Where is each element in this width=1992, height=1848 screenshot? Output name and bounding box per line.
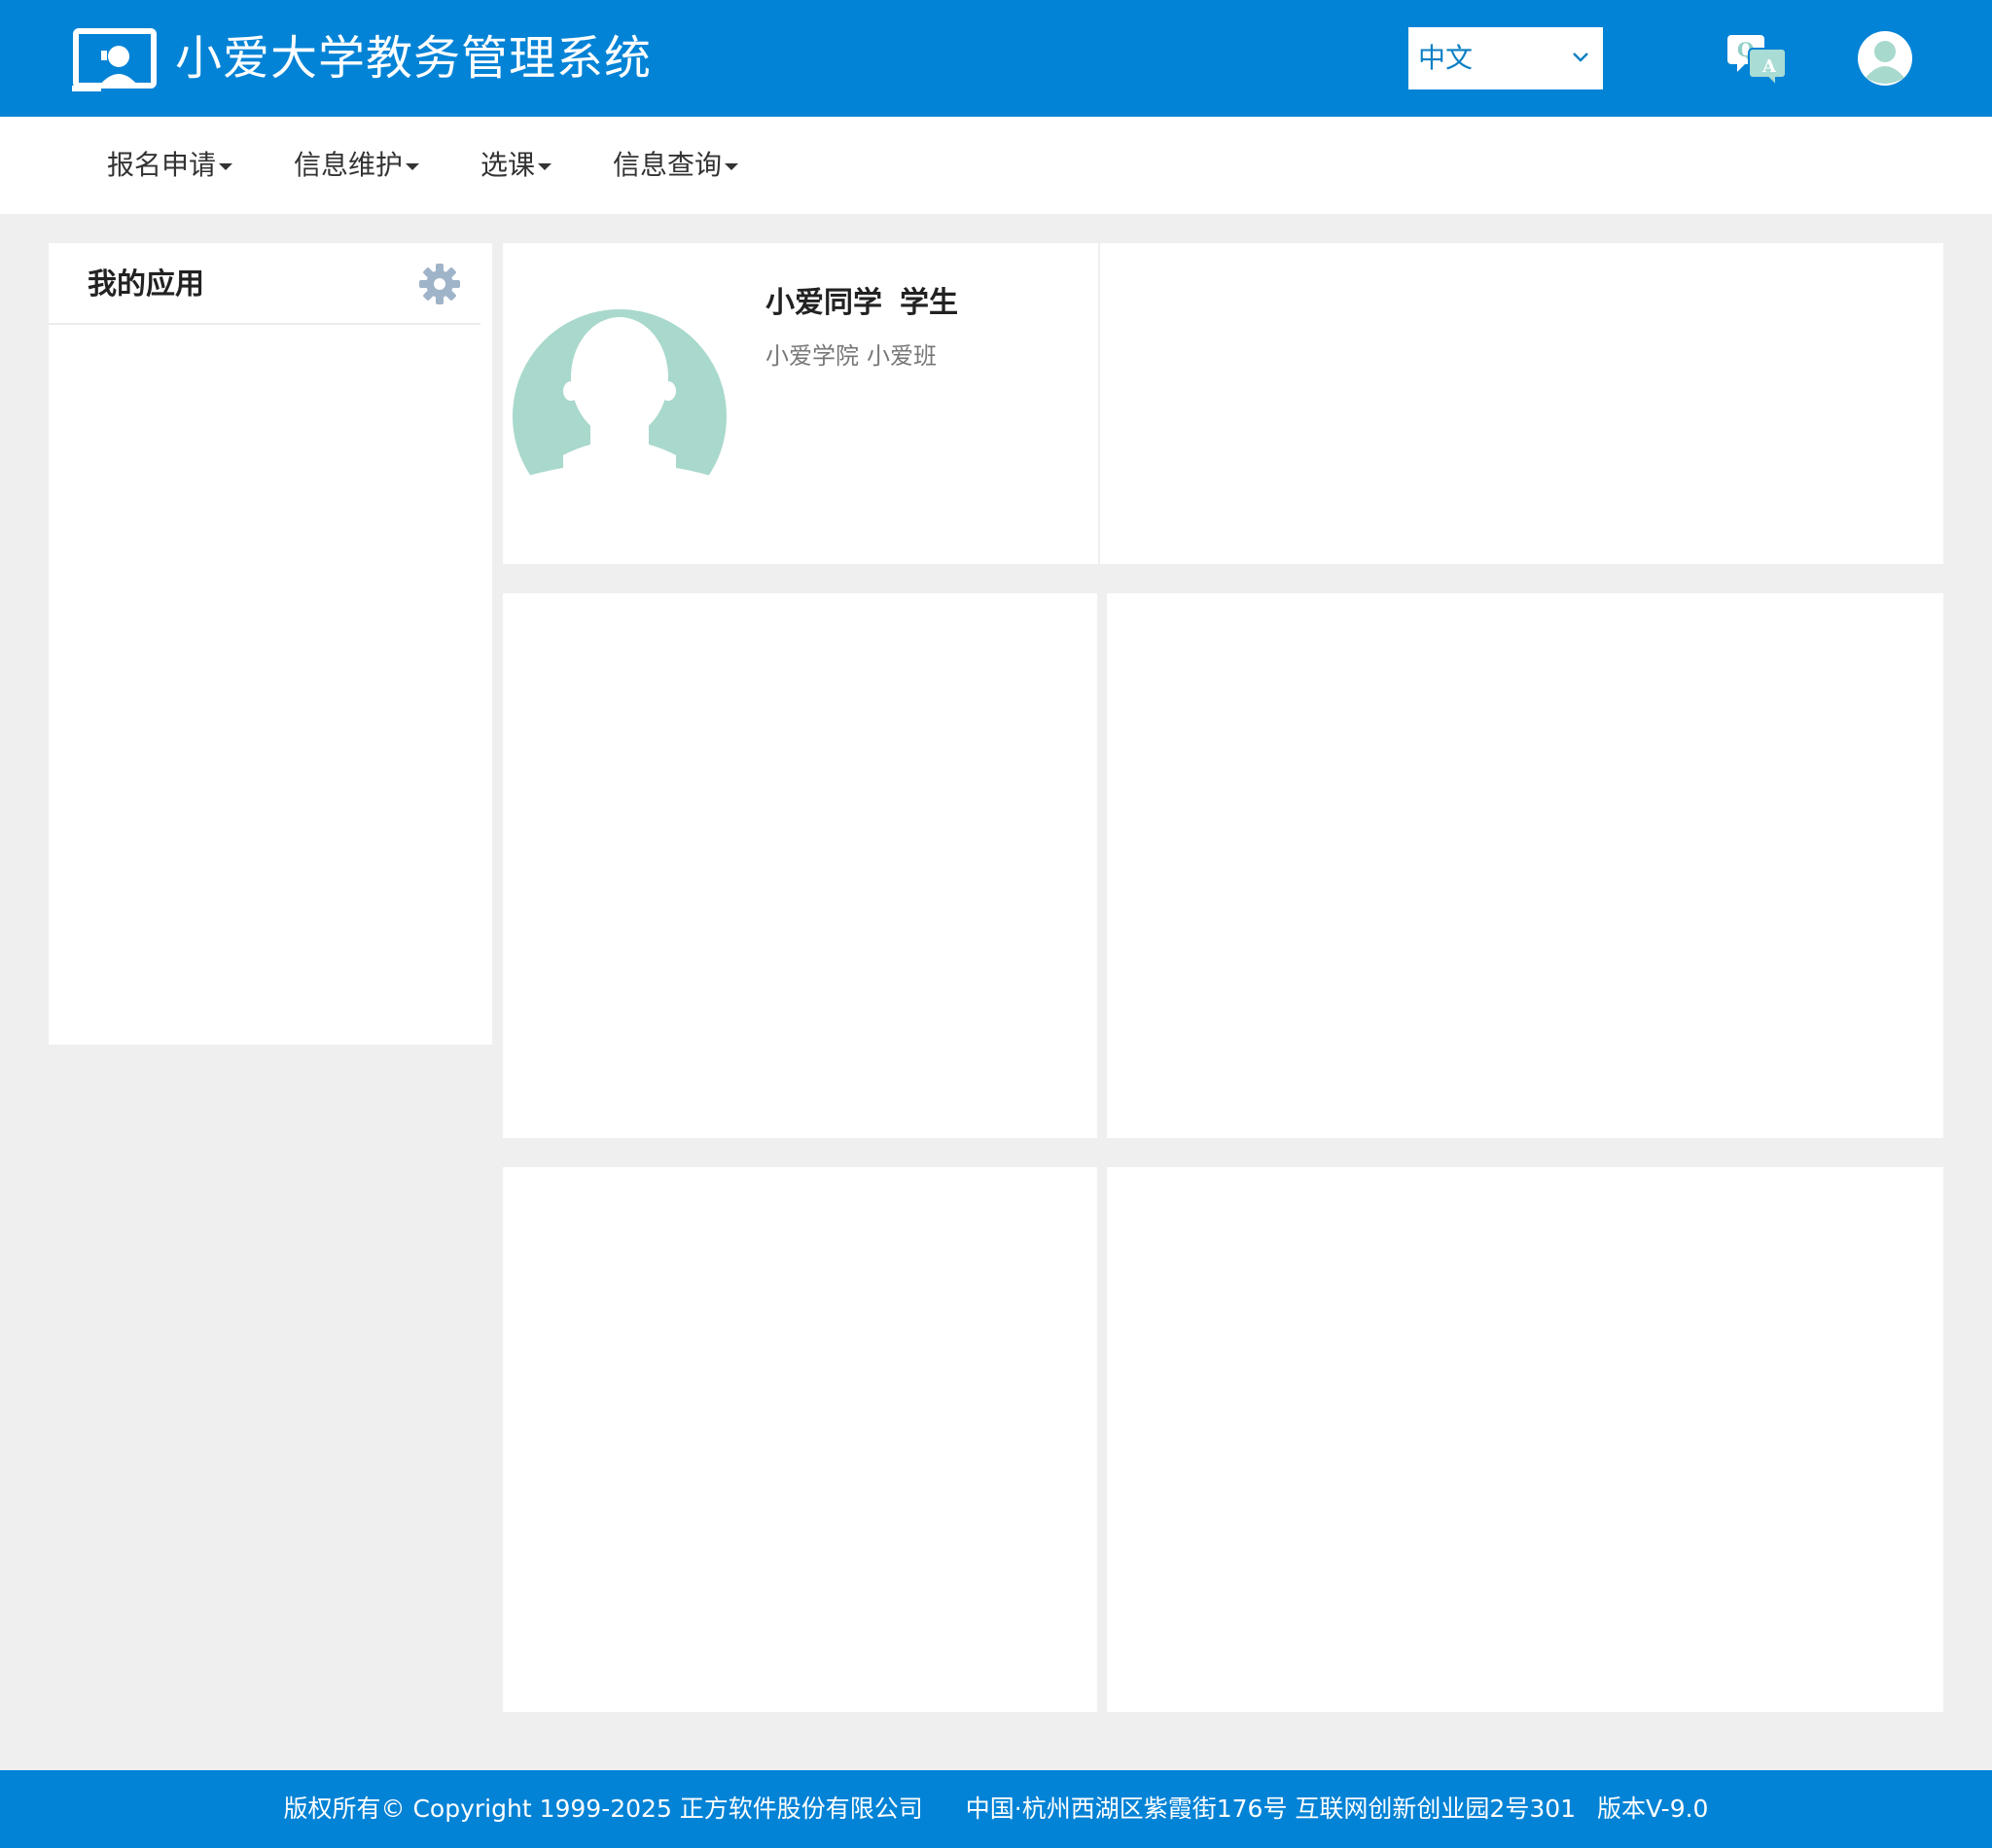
nav-item-info-query[interactable]: 信息查询 <box>613 117 739 214</box>
chevron-down-icon <box>1573 53 1588 62</box>
nav-item-label: 报名申请 <box>107 149 217 181</box>
nav-item-info-maintenance[interactable]: 信息维护 <box>294 117 420 214</box>
profile-name-line: 小爱同学 学生 <box>765 278 958 321</box>
avatar <box>513 309 727 514</box>
logo-icon <box>72 28 157 91</box>
my-apps-panel: 我的应用 <box>49 243 492 1045</box>
profile-side-panel <box>1100 243 1943 564</box>
footer: 版权所有© Copyright 1999-2025 正方软件股份有限公司 中国·杭… <box>0 1770 1992 1848</box>
student-college: 小爱学院 <box>765 342 859 370</box>
nav-item-registration[interactable]: 报名申请 <box>107 117 233 214</box>
caret-down-icon <box>219 162 233 170</box>
language-select[interactable]: 中文 <box>1408 27 1603 89</box>
profile-card: 小爱同学 学生 小爱学院 小爱班 <box>503 243 1098 564</box>
caret-down-icon <box>538 162 552 170</box>
student-class: 小爱班 <box>867 342 937 370</box>
footer-version: 版本V-9.0 <box>1597 1795 1709 1823</box>
content-panel-1 <box>503 593 1097 1138</box>
footer-copyright: 版权所有© Copyright 1999-2025 正方软件股份有限公司 <box>283 1795 923 1823</box>
language-value: 中文 <box>1418 42 1474 74</box>
user-avatar-icon[interactable] <box>1856 29 1914 88</box>
my-apps-title: 我的应用 <box>88 267 204 302</box>
nav-item-course-selection[interactable]: 选课 <box>480 117 552 214</box>
svg-text:A: A <box>1761 56 1777 77</box>
top-header: 小爱大学教务管理系统 中文 Q A <box>0 0 1992 117</box>
student-name: 小爱同学 <box>765 286 882 320</box>
nav-item-label: 信息查询 <box>613 149 723 181</box>
profile-dept-line: 小爱学院 小爱班 <box>765 337 937 371</box>
student-role: 学生 <box>900 286 958 320</box>
gear-icon[interactable] <box>418 263 461 305</box>
caret-down-icon <box>406 162 420 170</box>
content-panel-4 <box>1107 1167 1943 1712</box>
content-panel-2 <box>1107 593 1943 1138</box>
footer-address: 中国·杭州西湖区紫霞街176号 互联网创新创业园2号301 <box>965 1795 1577 1823</box>
app-title: 小爱大学教务管理系统 <box>175 31 653 86</box>
nav-item-label: 选课 <box>480 149 536 181</box>
caret-down-icon <box>725 162 739 170</box>
my-apps-header: 我的应用 <box>49 243 480 325</box>
content-panel-3 <box>503 1167 1097 1712</box>
qa-translate-icon[interactable]: Q A <box>1727 29 1788 88</box>
nav-item-label: 信息维护 <box>294 149 404 181</box>
main-nav: 报名申请 信息维护 选课 信息查询 <box>0 117 1992 214</box>
